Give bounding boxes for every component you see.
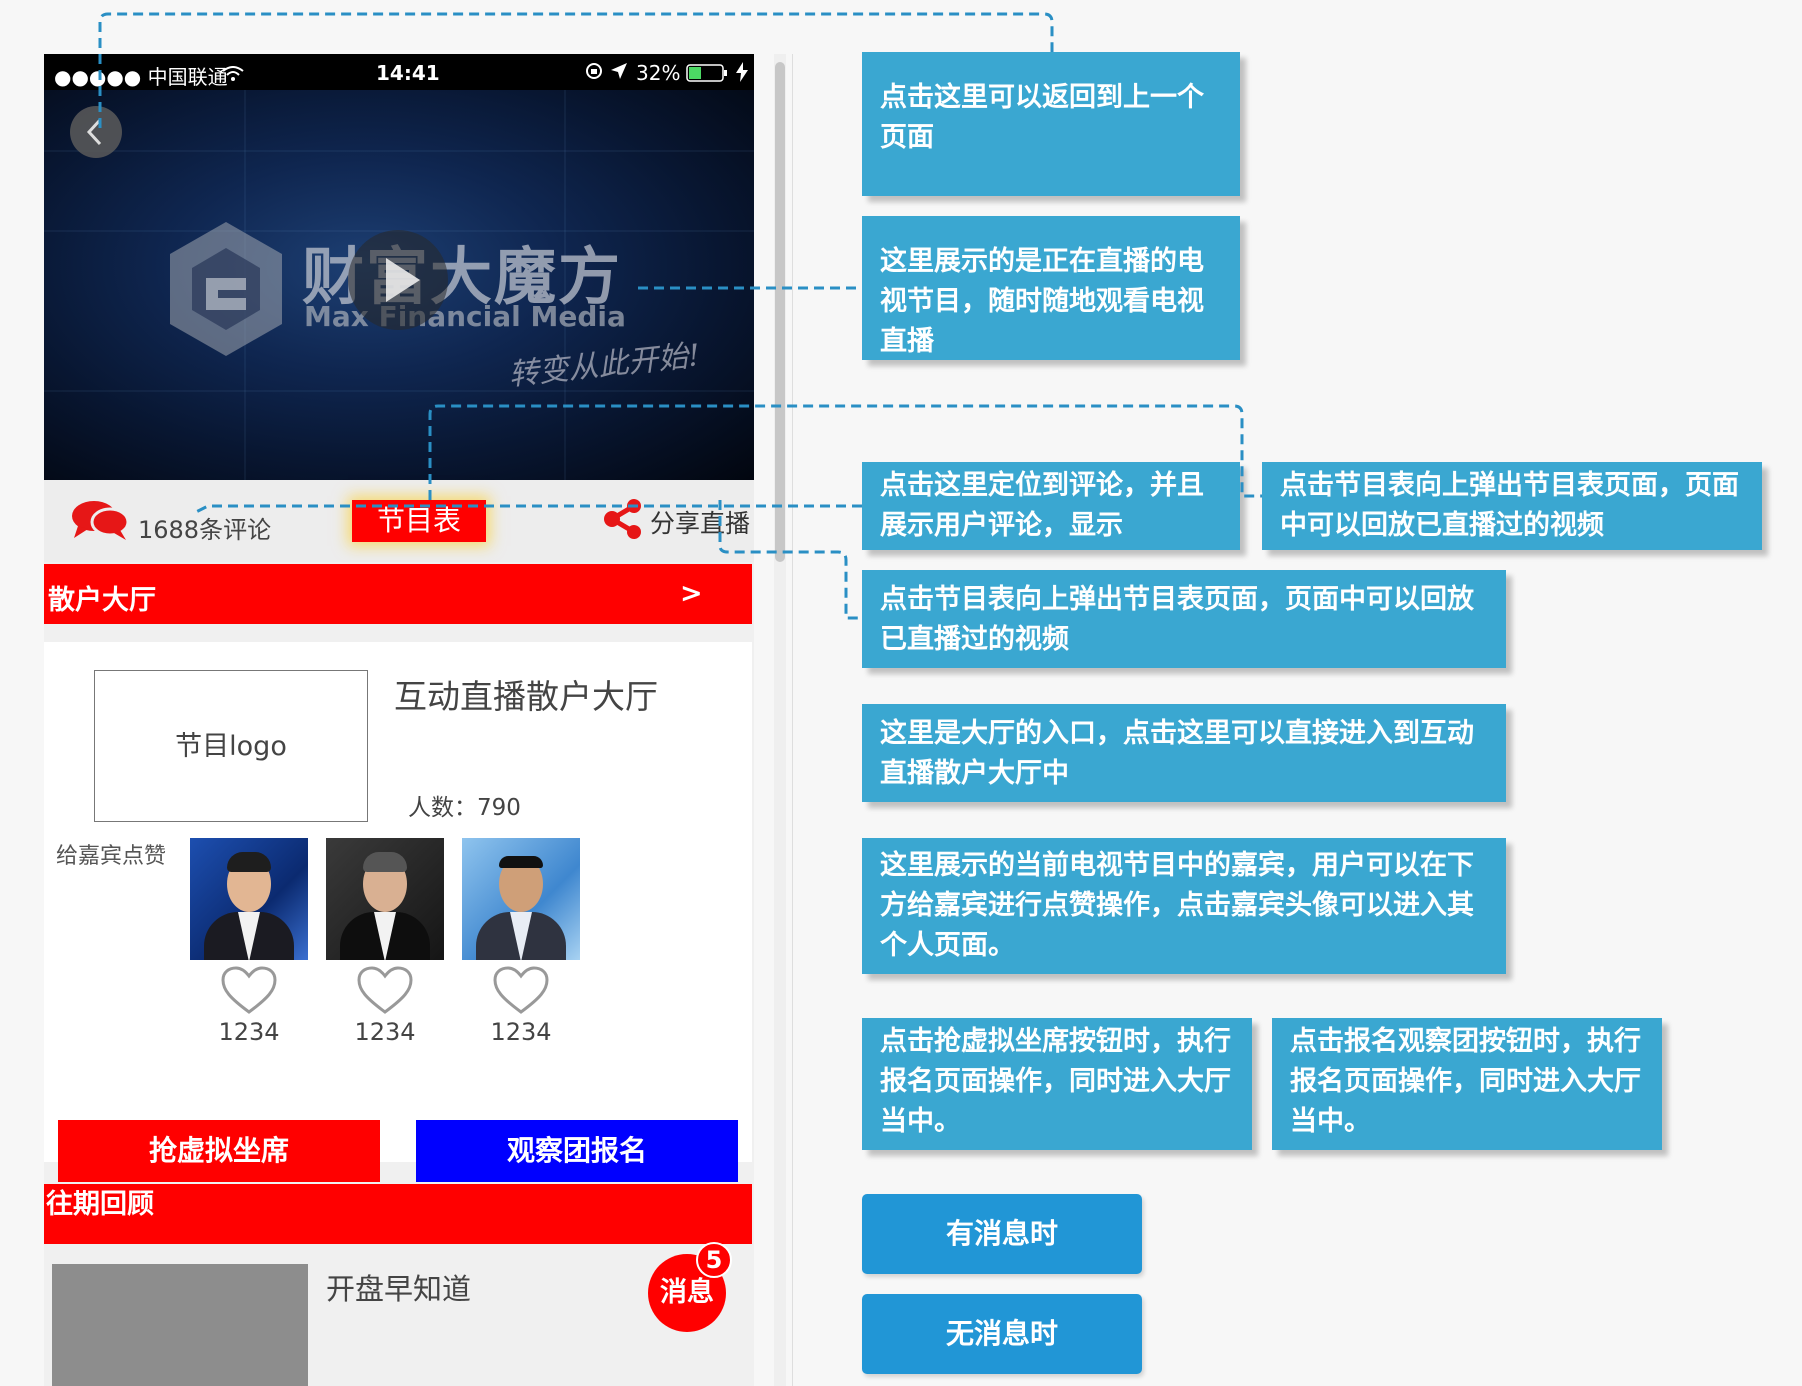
share-icon[interactable] xyxy=(602,498,644,544)
hall-title: 互动直播散户大厅 xyxy=(394,677,658,716)
people-count: 人数：790 xyxy=(408,795,521,821)
battery-icon xyxy=(686,63,730,87)
heart-icon[interactable] xyxy=(220,966,278,1016)
heart-icon[interactable] xyxy=(356,966,414,1016)
heart-icon[interactable] xyxy=(492,966,550,1016)
note-hall-entry: 这里是大厅的入口，点击这里可以直接进入到互动直播散户大厅中 xyxy=(862,704,1506,802)
play-icon[interactable] xyxy=(348,230,448,330)
note-grab-seat: 点击抢虚拟坐席按钮时，执行报名页面操作，同时进入大厅当中。 xyxy=(862,1018,1252,1150)
has-message-button[interactable]: 有消息时 xyxy=(862,1194,1142,1274)
chevron-left-icon xyxy=(86,118,102,146)
video-action-bar: 1688条评论 节目表 分享直播 xyxy=(44,480,754,562)
guest-avatar[interactable] xyxy=(326,838,444,960)
phone-screen: ●●●●● 中国联通 14:41 32% 财富大魔方 Max Financial… xyxy=(44,54,754,1386)
rotation-lock-icon xyxy=(584,61,604,86)
note-live-video: 这里展示的是正在直播的电视节目，随时随地观看电视直播 xyxy=(862,216,1240,360)
chevron-right-icon: > xyxy=(680,578,703,609)
message-count-badge: 5 xyxy=(696,1242,732,1278)
status-bar: ●●●●● 中国联通 14:41 32% xyxy=(44,54,754,90)
brand-slogan: 转变从此开始! xyxy=(507,338,702,393)
history-item-title[interactable]: 开盘早知道 xyxy=(326,1266,471,1308)
comment-count[interactable]: 1688条评论 xyxy=(138,510,271,545)
location-icon xyxy=(610,61,628,85)
note-schedule-right: 点击节目表向上弹出节目表页面，页面中可以回放已直播过的视频 xyxy=(1262,462,1762,550)
like-count: 1234 xyxy=(354,1018,416,1046)
divider xyxy=(792,54,793,1386)
like-count: 1234 xyxy=(490,1018,552,1046)
note-observer: 点击报名观察团按钮时，执行报名页面操作，同时进入大厅当中。 xyxy=(1272,1018,1662,1150)
hall-entry-label: 散户大厅 xyxy=(48,585,156,616)
guest-like-prompt: 给嘉宾点赞 xyxy=(56,844,167,869)
note-back: 点击这里可以返回到上一个页面 xyxy=(862,52,1240,196)
carrier-label: ●●●●● 中国联通 xyxy=(54,65,228,89)
charging-icon xyxy=(736,62,748,87)
wifi-icon xyxy=(222,63,244,87)
share-live-label[interactable]: 分享直播 xyxy=(650,504,750,540)
grab-virtual-seat-button[interactable]: 抢虚拟坐席 xyxy=(58,1120,380,1182)
program-logo-placeholder: 节目logo xyxy=(94,670,368,822)
note-guests: 这里展示的当前电视节目中的嘉宾，用户可以在下方给嘉宾进行点赞操作，点击嘉宾头像可… xyxy=(862,838,1506,974)
note-schedule: 点击节目表向上弹出节目表页面，页面中可以回放已直播过的视频 xyxy=(862,570,1506,668)
back-button[interactable] xyxy=(70,106,122,158)
observer-signup-button[interactable]: 观察团报名 xyxy=(416,1120,738,1182)
guest-avatar[interactable] xyxy=(190,838,308,960)
history-header-label: 往期回顾 xyxy=(46,1189,154,1220)
history-thumbnail[interactable] xyxy=(52,1264,308,1386)
history-header: 往期回顾 xyxy=(44,1184,752,1244)
note-comment: 点击这里定位到评论，并且展示用户评论，显示 xyxy=(862,462,1240,550)
clock: 14:41 xyxy=(376,61,440,85)
scrollbar-thumb[interactable] xyxy=(775,62,785,562)
hall-entry-bar[interactable]: 散户大厅 > xyxy=(44,564,752,624)
no-message-button[interactable]: 无消息时 xyxy=(862,1294,1142,1374)
live-video-player[interactable]: 财富大魔方 Max Financial Media 转变从此开始! xyxy=(44,90,754,480)
comment-icon[interactable] xyxy=(70,498,130,546)
brand-logo-icon xyxy=(166,220,286,364)
schedule-button[interactable]: 节目表 xyxy=(352,500,486,542)
like-count: 1234 xyxy=(218,1018,280,1046)
battery-percent: 32% xyxy=(636,61,681,85)
guest-avatar[interactable] xyxy=(462,838,580,960)
brand-name-en: Max Financial Media xyxy=(304,300,626,333)
hall-card: 节目logo 互动直播散户大厅 人数：790 给嘉宾点赞 1234 1234 1… xyxy=(44,642,752,1182)
